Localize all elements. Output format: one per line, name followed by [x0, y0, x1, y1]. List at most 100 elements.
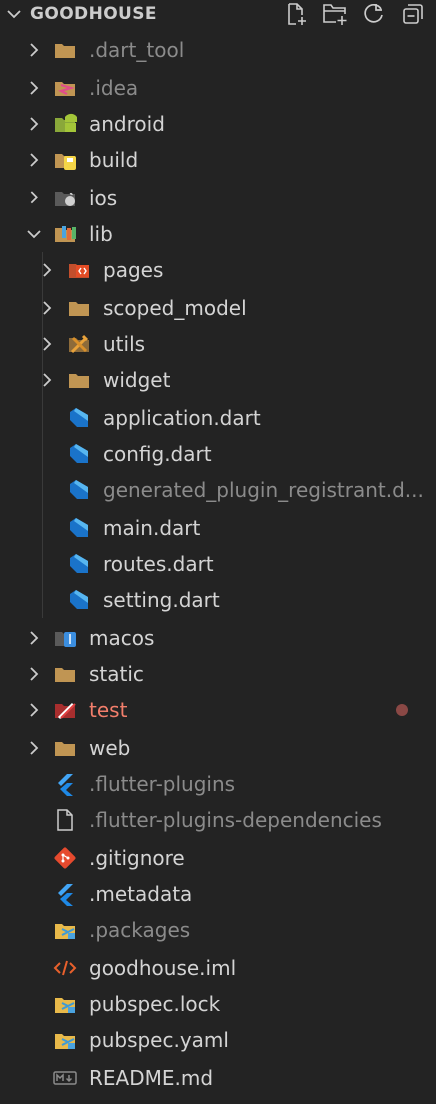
project-title: GOODHOUSE	[30, 4, 157, 24]
refresh-icon	[363, 3, 383, 23]
tree-file-pubspec-yaml[interactable]: pubspec.yaml	[0, 1022, 436, 1058]
tree-label: config.dart	[103, 442, 212, 466]
tree-file-application-dart[interactable]: application.dart	[0, 400, 436, 436]
chevron-right-icon	[30, 81, 39, 95]
refresh-button[interactable]	[360, 2, 387, 26]
tree-label: build	[89, 148, 139, 172]
tree-label: .packages	[89, 918, 191, 942]
tree-file-routes-dart[interactable]: routes.dart	[0, 546, 436, 582]
tree-folder-ios[interactable]: ios	[0, 180, 436, 216]
tree-label: macos	[89, 626, 155, 650]
macos-folder-icon	[55, 632, 76, 647]
tree-file-flutter-plugins[interactable]: .flutter-plugins	[0, 766, 436, 802]
tree-label: widget	[103, 368, 171, 392]
file-explorer: GOODHOUSE .dart_tool .idea android build…	[0, 0, 436, 1104]
tree-label: main.dart	[103, 516, 201, 540]
explorer-actions	[282, 2, 426, 26]
lib-folder-open-icon	[55, 226, 76, 242]
chevron-right-icon	[30, 43, 39, 57]
tree-label: utils	[103, 332, 146, 356]
pages-folder-icon	[69, 264, 89, 278]
tree-label: static	[89, 662, 144, 686]
tree-folder-android[interactable]: android	[0, 106, 436, 142]
ios-folder-icon	[55, 192, 75, 206]
dart-file-icon	[70, 554, 88, 573]
tree-label: generated_plugin_registrant.d...	[103, 478, 424, 502]
package-icon	[55, 998, 75, 1013]
chevron-down-icon	[27, 230, 41, 239]
tree-label: .idea	[89, 76, 139, 100]
chevron-right-icon	[43, 337, 52, 351]
tree-folder-build[interactable]: build	[0, 142, 436, 178]
collapse-all-button[interactable]	[399, 2, 426, 26]
chevron-down-icon[interactable]	[6, 6, 22, 22]
tree-file-flutter-plugins-dependencies[interactable]: .flutter-plugins-dependencies	[0, 802, 436, 838]
tree-label: .flutter-plugins	[89, 772, 236, 796]
folder-icon	[55, 742, 75, 756]
tree-file-generated-plugin-registrant[interactable]: generated_plugin_registrant.d...	[0, 472, 436, 508]
tree-folder-macos[interactable]: macos	[0, 620, 436, 656]
chevron-right-icon	[30, 191, 38, 204]
tree-folder-utils[interactable]: utils	[0, 326, 436, 362]
tree-label: routes.dart	[103, 552, 214, 576]
file-icon	[57, 809, 73, 831]
utils-folder-icon	[69, 334, 89, 354]
dart-file-icon	[70, 480, 88, 499]
tree-folder-lib[interactable]: lib	[0, 216, 436, 252]
folder-icon	[69, 374, 89, 388]
tree-label: test	[89, 698, 128, 722]
tree-folder-scoped-model[interactable]: scoped_model	[0, 290, 436, 326]
tree-label: pubspec.lock	[89, 992, 221, 1016]
modified-dot	[396, 704, 408, 716]
tree-file-gitignore[interactable]: .gitignore	[0, 840, 436, 876]
tree-label: .metadata	[89, 882, 193, 906]
chevron-right-icon	[30, 703, 39, 717]
chevron-right-icon	[30, 667, 39, 681]
tree-folder-test[interactable]: test	[0, 692, 436, 728]
tree-file-goodhouse-iml[interactable]: goodhouse.iml	[0, 950, 436, 986]
tree-label: lib	[89, 222, 113, 246]
chevron-right-icon	[30, 117, 39, 131]
idea-folder-icon	[55, 82, 75, 96]
tree-folder-web[interactable]: web	[0, 730, 436, 766]
tree-folder-dart-tool[interactable]: .dart_tool	[0, 32, 436, 68]
chevron-right-icon	[30, 741, 39, 755]
tree-label: setting.dart	[103, 588, 220, 612]
build-folder-icon	[55, 154, 76, 170]
tree-label: .dart_tool	[89, 32, 184, 68]
chevron-right-icon	[30, 631, 39, 645]
tree-folder-idea[interactable]: .idea	[0, 70, 436, 106]
tree-file-setting-dart[interactable]: setting.dart	[0, 582, 436, 618]
chevron-right-icon	[43, 263, 52, 277]
tree-label: pages	[103, 258, 164, 282]
git-icon	[54, 847, 76, 869]
new-file-icon	[287, 3, 306, 25]
dart-file-icon	[70, 444, 88, 463]
tree-file-metadata[interactable]: .metadata	[0, 876, 436, 912]
android-folder-icon	[55, 113, 77, 132]
chevron-right-icon	[43, 373, 52, 387]
tree-file-config-dart[interactable]: config.dart	[0, 436, 436, 472]
markdown-icon	[53, 1071, 77, 1085]
tree-file-main-dart[interactable]: main.dart	[0, 510, 436, 546]
folder-icon	[55, 668, 75, 682]
tree-label: README.md	[89, 1066, 214, 1090]
tree-file-pubspec-lock[interactable]: pubspec.lock	[0, 986, 436, 1022]
tree-file-packages[interactable]: .packages	[0, 912, 436, 948]
flutter-icon	[58, 884, 73, 906]
tree-label: pubspec.yaml	[89, 1028, 229, 1052]
new-file-button[interactable]	[282, 2, 309, 26]
new-folder-button[interactable]	[321, 2, 348, 26]
tree-label: web	[89, 736, 131, 760]
tree-label: goodhouse.iml	[89, 956, 237, 980]
tree-label: android	[89, 112, 165, 136]
chevron-right-icon	[43, 301, 52, 315]
explorer-header[interactable]: GOODHOUSE	[0, 0, 436, 28]
package-icon	[55, 924, 75, 939]
package-icon	[55, 1034, 75, 1049]
tree-folder-pages[interactable]: pages	[0, 252, 436, 288]
tree-folder-static[interactable]: static	[0, 656, 436, 692]
tree-file-readme[interactable]: README.md	[0, 1060, 436, 1096]
new-folder-icon	[322, 4, 346, 25]
tree-folder-widget[interactable]: widget	[0, 362, 436, 398]
